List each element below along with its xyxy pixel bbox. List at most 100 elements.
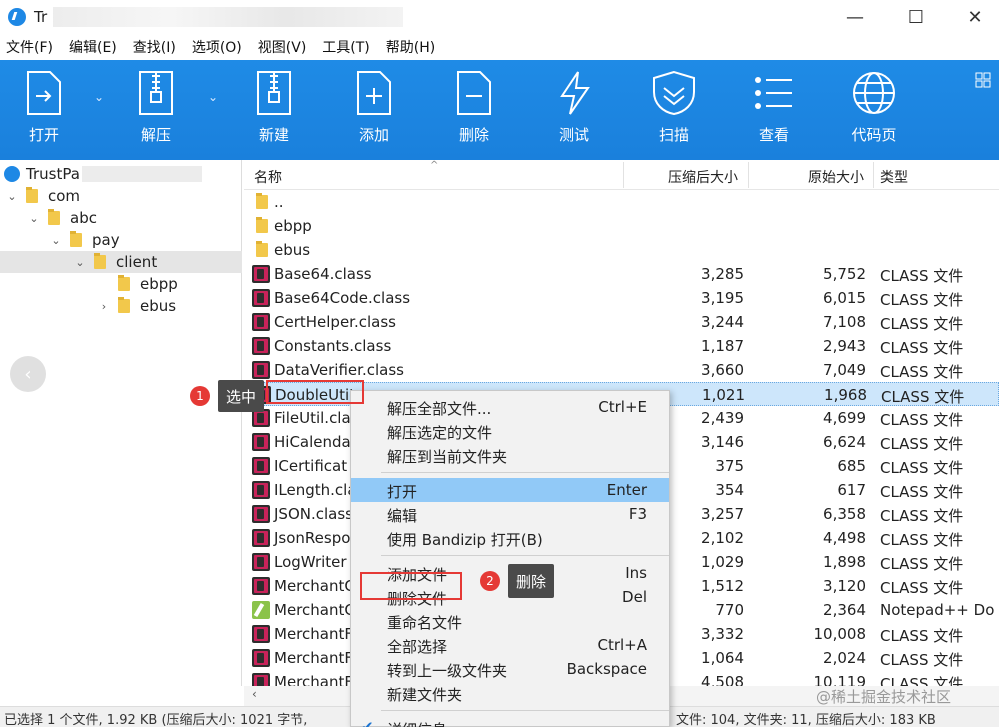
- view-button[interactable]: 查看: [734, 70, 814, 145]
- tree-item-ebpp[interactable]: ebpp: [0, 273, 242, 295]
- menu-help[interactable]: 帮助(H): [386, 37, 435, 57]
- file-type: CLASS 文件: [880, 267, 964, 285]
- file-name: ..: [274, 193, 284, 211]
- class-file-icon: [252, 481, 270, 499]
- delete-button[interactable]: 删除: [434, 70, 514, 145]
- table-row[interactable]: ..: [244, 190, 999, 214]
- table-row[interactable]: Constants.class 1,187 2,943 CLASS 文件: [244, 334, 999, 358]
- tree-item-ebus[interactable]: › ebus: [0, 295, 242, 317]
- tree-item-com[interactable]: ⌄ com: [0, 185, 242, 207]
- context-menu-item[interactable]: 转到上一级文件夹 Backspace: [351, 657, 669, 681]
- open-button[interactable]: 打开: [4, 70, 84, 145]
- context-menu-item[interactable]: 解压到当前文件夹: [351, 443, 669, 467]
- new-button[interactable]: 新建: [234, 70, 314, 145]
- extract-dropdown-icon[interactable]: ⌄: [208, 90, 218, 104]
- file-type: CLASS 文件: [880, 435, 964, 453]
- close-button[interactable]: ✕: [945, 0, 999, 34]
- chevron-down-icon[interactable]: ⌄: [6, 190, 18, 203]
- minimize-button[interactable]: —: [825, 0, 885, 34]
- class-file-icon: [252, 457, 270, 475]
- chevron-down-icon[interactable]: ⌄: [74, 256, 86, 269]
- codepage-button[interactable]: 代码页: [834, 70, 914, 145]
- file-type: CLASS 文件: [880, 675, 964, 686]
- original-size: 2,024: [823, 649, 866, 667]
- column-name[interactable]: 名称: [254, 167, 282, 187]
- column-separator[interactable]: [873, 162, 874, 188]
- table-row[interactable]: DataVerifier.class 3,660 7,049 CLASS 文件: [244, 358, 999, 382]
- table-row[interactable]: ebpp: [244, 214, 999, 238]
- back-arrow-icon[interactable]: ‹: [10, 356, 46, 392]
- context-menu-item[interactable]: 重命名文件: [351, 609, 669, 633]
- extract-label: 解压: [140, 126, 171, 144]
- file-type: Notepad++ Do: [880, 601, 995, 619]
- folder-icon: [70, 231, 82, 247]
- menu-view[interactable]: 视图(V): [258, 37, 307, 57]
- tree-root[interactable]: TrustPa: [0, 163, 242, 185]
- menu-item-label: 编辑: [387, 507, 418, 525]
- menu-separator: [381, 555, 669, 556]
- open-dropdown-icon[interactable]: ⌄: [94, 90, 104, 104]
- chevron-down-icon[interactable]: ⌄: [50, 234, 62, 247]
- table-row[interactable]: Base64Code.class 3,195 6,015 CLASS 文件: [244, 286, 999, 310]
- original-size: 4,498: [823, 529, 866, 547]
- column-compressed-size[interactable]: 压缩后大小: [668, 167, 738, 187]
- scroll-left-icon[interactable]: ‹: [252, 687, 257, 701]
- table-row[interactable]: Base64.class 3,285 5,752 CLASS 文件: [244, 262, 999, 286]
- chevron-down-icon[interactable]: ⌄: [28, 212, 40, 225]
- tree-item-label: pay: [92, 231, 120, 249]
- menu-tools[interactable]: 工具(T): [322, 37, 369, 57]
- chevron-right-icon[interactable]: ›: [98, 300, 110, 313]
- maximize-button[interactable]: ☐: [886, 0, 946, 34]
- tree-item-client[interactable]: ⌄ client: [0, 251, 242, 273]
- context-menu-item[interactable]: 全部选择 Ctrl+A: [351, 633, 669, 657]
- original-size: 6,624: [823, 433, 866, 451]
- menu-item-label: 使用 Bandizip 打开(B): [387, 531, 543, 549]
- file-name: MerchantF: [274, 625, 353, 643]
- context-menu-item[interactable]: 新建文件夹: [351, 681, 669, 705]
- file-name: Constants.class: [274, 337, 392, 355]
- new-archive-icon: [257, 71, 291, 115]
- file-name: Base64.class: [274, 265, 372, 283]
- table-row[interactable]: CertHelper.class 3,244 7,108 CLASS 文件: [244, 310, 999, 334]
- context-menu-item[interactable]: 解压全部文件... Ctrl+E: [351, 395, 669, 419]
- context-menu-item[interactable]: 使用 Bandizip 打开(B): [351, 526, 669, 550]
- test-button[interactable]: 测试: [534, 70, 614, 145]
- list-header: 名称 ^ 压缩后大小 原始大小 类型: [244, 160, 999, 190]
- compressed-size: 3,660: [701, 361, 744, 379]
- tree-item-abc[interactable]: ⌄ abc: [0, 207, 242, 229]
- column-separator[interactable]: [748, 162, 749, 188]
- file-type: CLASS 文件: [880, 579, 964, 597]
- compressed-size: 1,187: [701, 337, 744, 355]
- file-name: MerchantF: [274, 649, 353, 667]
- globe-icon: [853, 72, 895, 114]
- add-button[interactable]: 添加: [334, 70, 414, 145]
- original-size: 3,120: [823, 577, 866, 595]
- menu-file[interactable]: 文件(F): [6, 37, 53, 57]
- table-row[interactable]: ebus: [244, 238, 999, 262]
- context-menu-item[interactable]: ✔ 详细信息: [351, 716, 669, 727]
- menu-edit[interactable]: 编辑(E): [69, 37, 117, 57]
- file-type: CLASS 文件: [880, 555, 964, 573]
- menu-find[interactable]: 查找(I): [133, 37, 176, 57]
- layout-grid-icon[interactable]: [975, 72, 991, 88]
- open-label: 打开: [28, 126, 59, 144]
- extract-button[interactable]: 解压: [116, 70, 196, 145]
- file-name: FileUtil.cla: [274, 409, 351, 427]
- app-logo-icon: [8, 8, 26, 26]
- context-menu-item[interactable]: 解压选定的文件: [351, 419, 669, 443]
- tree-item-pay[interactable]: ⌄ pay: [0, 229, 242, 251]
- column-original-size[interactable]: 原始大小: [808, 167, 864, 187]
- column-type[interactable]: 类型: [880, 167, 908, 187]
- column-separator[interactable]: [623, 162, 624, 188]
- context-menu-item[interactable]: 打开 Enter: [351, 478, 669, 502]
- folder-icon: [26, 187, 38, 203]
- list-view-icon: [755, 77, 792, 109]
- menu-options[interactable]: 选项(O): [192, 37, 242, 57]
- original-size: 685: [837, 457, 866, 475]
- file-type: CLASS 文件: [880, 483, 964, 501]
- context-menu-item[interactable]: 编辑 F3: [351, 502, 669, 526]
- class-file-icon: [252, 577, 270, 595]
- menu-item-shortcut: Ins: [625, 564, 647, 582]
- menu-item-shortcut: Backspace: [566, 660, 647, 678]
- scan-button[interactable]: 扫描: [634, 70, 714, 145]
